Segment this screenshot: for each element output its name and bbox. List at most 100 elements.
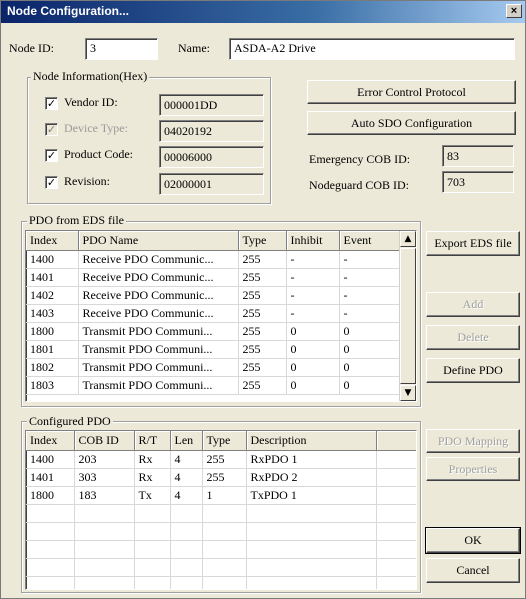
properties-button: Properties <box>426 457 520 481</box>
table-cell <box>26 540 75 559</box>
table-cell <box>134 504 171 523</box>
export-eds-file-button[interactable]: Export EDS file <box>426 231 520 256</box>
vendor-id-checkbox[interactable]: ✓ <box>45 97 58 110</box>
column-header[interactable]: PDO Name <box>78 231 239 251</box>
table-cell: 1401 <box>26 268 79 287</box>
table-cell: 1801 <box>26 340 79 359</box>
table-cell <box>26 558 75 577</box>
configured-pdo-list[interactable]: Index COB ID R/T Len Type Description 1400 203… <box>25 430 417 590</box>
table-row[interactable]: 1403 Receive PDO Communic... 255- - <box>26 304 400 323</box>
table-cell <box>376 450 416 469</box>
scroll-down-icon[interactable]: ▼ <box>400 385 416 401</box>
scroll-thumb[interactable] <box>400 248 416 384</box>
eds-pdo-list[interactable]: Index PDO Name Type Inhibit Event 1400 Receiv… <box>25 230 417 402</box>
table-cell: 1803 <box>26 376 79 395</box>
table-cell: 1403 <box>26 304 79 323</box>
table-cell: 0 <box>339 340 400 359</box>
vendor-id-field: 000001DD <box>159 94 264 116</box>
table-cell: 255 <box>238 268 287 287</box>
table-cell: - <box>286 286 340 305</box>
table-cell: 255 <box>238 304 287 323</box>
table-row[interactable]: 1800 183 Tx 4 1 TxPDO 1 <box>26 486 416 505</box>
column-header[interactable]: R/T <box>134 431 171 451</box>
table-row[interactable]: 1400 Receive PDO Communic... 255- - <box>26 250 400 269</box>
pdo-from-eds-title: PDO from EDS file <box>27 213 126 228</box>
table-cell <box>202 576 247 589</box>
check-icon: ✓ <box>46 123 57 136</box>
vendor-id-label: Vendor ID: <box>64 95 118 109</box>
table-cell: - <box>339 304 400 323</box>
close-icon[interactable]: × <box>506 4 522 18</box>
column-header[interactable]: Index <box>26 231 79 251</box>
eds-scrollbar[interactable]: ▲ ▼ <box>399 231 416 401</box>
table-cell: - <box>339 286 400 305</box>
delete-button: Delete <box>426 325 520 350</box>
table-row[interactable]: 1803 Transmit PDO Communi... 255 0 0 <box>26 376 400 395</box>
table-row[interactable]: 1401 Receive PDO Communic... 255- - <box>26 268 400 287</box>
column-header[interactable]: Inhibit <box>286 231 340 251</box>
table-cell: 0 <box>339 322 400 341</box>
cancel-button[interactable]: Cancel <box>426 558 520 583</box>
name-input[interactable]: ASDA-A2 Drive <box>229 38 515 60</box>
table-cell <box>74 540 135 559</box>
table-cell: Receive PDO Communic... <box>78 250 239 269</box>
check-icon: ✓ <box>46 97 57 110</box>
table-cell: 1800 <box>26 322 79 341</box>
table-row[interactable]: 1802 Transmit PDO Communi... 255 0 0 <box>26 358 400 377</box>
ok-button[interactable]: OK <box>425 527 521 554</box>
table-cell: Receive PDO Communic... <box>78 268 239 287</box>
table-cell: 255 <box>238 340 287 359</box>
table-cell: 255 <box>238 376 287 395</box>
table-cell: 255 <box>202 468 247 487</box>
table-cell: Receive PDO Communic... <box>78 286 239 305</box>
table-row[interactable]: 1402 Receive PDO Communic... 255- - <box>26 286 400 305</box>
table-row[interactable]: 1400 203 Rx 4 255 RxPDO 1 <box>26 450 416 469</box>
table-row[interactable]: 1801 Transmit PDO Communi... 255 0 0 <box>26 340 400 359</box>
name-label: Name: <box>178 41 210 55</box>
column-header[interactable]: Index <box>26 431 75 451</box>
table-row[interactable]: 1401 303 Rx 4 255 RxPDO 2 <box>26 468 416 487</box>
table-cell: 1400 <box>26 250 79 269</box>
table-row[interactable]: 1800 Transmit PDO Communi... 255 0 0 <box>26 322 400 341</box>
define-pdo-button[interactable]: Define PDO <box>426 358 520 383</box>
table-cell: Rx <box>134 468 171 487</box>
table-cell: 183 <box>74 486 135 505</box>
emergency-cob-id-field: 83 <box>442 145 514 167</box>
empty-row <box>26 558 416 577</box>
table-cell: 1401 <box>26 468 75 487</box>
table-cell: - <box>286 250 340 269</box>
auto-sdo-configuration-button[interactable]: Auto SDO Configuration <box>307 111 516 135</box>
empty-row <box>26 522 416 541</box>
title-bar[interactable]: Node Configuration... × <box>1 1 525 23</box>
emergency-cob-id-label: Emergency COB ID: <box>309 152 411 166</box>
revision-checkbox[interactable]: ✓ <box>45 176 58 189</box>
column-header[interactable]: Description <box>246 431 377 451</box>
device-type-field: 04020192 <box>159 120 264 142</box>
table-cell: 1400 <box>26 450 75 469</box>
table-cell: - <box>286 304 340 323</box>
column-header[interactable]: COB ID <box>74 431 135 451</box>
error-control-protocol-button[interactable]: Error Control Protocol <box>307 80 516 104</box>
device-type-checkbox: ✓ <box>45 123 58 136</box>
table-cell <box>170 558 203 577</box>
table-cell: 1802 <box>26 358 79 377</box>
table-cell <box>376 468 416 487</box>
column-header[interactable]: Type <box>202 431 247 451</box>
table-cell: 4 <box>170 486 203 505</box>
table-cell <box>170 540 203 559</box>
node-id-input[interactable]: 3 <box>85 38 158 60</box>
pdo-mapping-button: PDO Mapping <box>426 429 520 453</box>
column-header[interactable]: Event <box>339 231 400 251</box>
scroll-up-icon[interactable]: ▲ <box>400 231 416 247</box>
column-header[interactable]: Len <box>170 431 203 451</box>
table-cell: 4 <box>170 468 203 487</box>
column-header[interactable]: Type <box>238 231 287 251</box>
node-id-label: Node ID: <box>9 41 54 55</box>
table-cell <box>26 576 75 589</box>
table-cell <box>376 486 416 505</box>
node-configuration-dialog: Node Configuration... × Node ID: 3 Name:… <box>0 0 526 599</box>
check-icon: ✓ <box>46 176 57 189</box>
nodeguard-cob-id-label: Nodeguard COB ID: <box>309 178 409 192</box>
product-code-checkbox[interactable]: ✓ <box>45 149 58 162</box>
table-cell: 255 <box>238 286 287 305</box>
